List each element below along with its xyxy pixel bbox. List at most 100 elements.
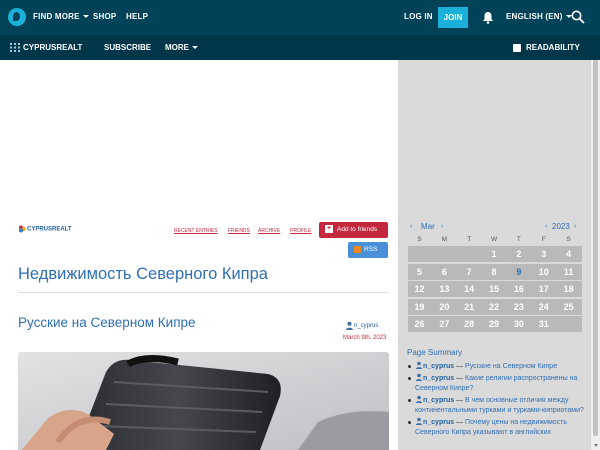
next-month-arrow[interactable]: › bbox=[441, 223, 443, 230]
summary-dash: — bbox=[456, 375, 464, 382]
calendar-day[interactable]: 15 bbox=[483, 284, 506, 294]
chevron-down-icon bbox=[192, 46, 198, 50]
calendar-day[interactable]: 18 bbox=[557, 284, 580, 294]
calendar-month[interactable]: Mar bbox=[421, 222, 435, 231]
summary-author-name: n_cyprus bbox=[423, 375, 455, 382]
calendar-day[interactable]: 10 bbox=[532, 267, 555, 277]
calendar-day[interactable]: 22 bbox=[483, 302, 506, 312]
prev-year-arrow[interactable]: ‹ bbox=[545, 223, 547, 230]
summary-dash: — bbox=[456, 363, 464, 370]
summary-author-name: n_cyprus bbox=[423, 363, 455, 370]
next-year-arrow[interactable]: › bbox=[574, 223, 576, 230]
more-menu[interactable]: MORE bbox=[165, 43, 198, 52]
add-to-friends-label: Add to friends bbox=[337, 226, 378, 233]
calendar-day[interactable]: 7 bbox=[458, 267, 481, 277]
livejournal-logo-icon[interactable] bbox=[8, 8, 26, 26]
calendar-day[interactable]: 12 bbox=[408, 284, 431, 294]
calendar-weekday: T bbox=[467, 236, 472, 243]
summary-link[interactable]: Русские на Северном Кипре bbox=[465, 363, 557, 370]
language-menu[interactable]: ENGLISH (EN) bbox=[506, 12, 572, 21]
language-label: ENGLISH (EN) bbox=[506, 12, 563, 21]
calendar-day[interactable]: 3 bbox=[532, 249, 555, 259]
journal-user-head[interactable]: CYPRUSREALT bbox=[18, 225, 72, 233]
calendar-day[interactable]: 8 bbox=[483, 267, 506, 277]
rss-label: RSS bbox=[364, 246, 378, 253]
calendar-year[interactable]: 2023 bbox=[552, 222, 570, 231]
page: FIND MORE SHOP HELP LOG IN JOIN ENGLISH … bbox=[0, 0, 600, 450]
calendar-day[interactable]: 20 bbox=[433, 302, 456, 312]
calendar-day[interactable]: 21 bbox=[458, 302, 481, 312]
join-button[interactable]: JOIN bbox=[438, 7, 468, 28]
summary-author[interactable]: n_cyprus bbox=[415, 361, 455, 370]
add-to-friends-button[interactable]: + Add to friends bbox=[319, 222, 388, 238]
rss-icon bbox=[354, 245, 361, 253]
calendar-day[interactable]: 5 bbox=[408, 267, 431, 277]
calendar-day[interactable]: 9 bbox=[507, 267, 530, 277]
calendar-day[interactable]: 17 bbox=[532, 284, 555, 294]
plus-icon: + bbox=[325, 225, 333, 234]
summary-author[interactable]: n_cyprus bbox=[415, 395, 455, 404]
readability-checkbox[interactable] bbox=[513, 44, 521, 52]
subscribe-link[interactable]: SUBSCRIBE bbox=[104, 43, 151, 52]
post-image[interactable] bbox=[18, 352, 389, 450]
summary-author[interactable]: n_cyprus bbox=[415, 417, 455, 426]
calendar-day[interactable]: 29 bbox=[483, 319, 506, 329]
calendar-day[interactable]: 2 bbox=[507, 249, 530, 259]
list-item: n_cyprus — В чем основные отличия между … bbox=[407, 395, 587, 416]
summary-dash: — bbox=[456, 419, 464, 426]
friends-link[interactable]: FRIENDS bbox=[228, 228, 250, 234]
post-author-name: n_cyprus bbox=[354, 323, 379, 330]
summary-author[interactable]: n_cyprus bbox=[415, 373, 455, 382]
shop-link[interactable]: SHOP bbox=[93, 12, 116, 21]
calendar-weekday: T bbox=[516, 236, 521, 243]
rss-button[interactable]: RSS bbox=[348, 242, 388, 258]
calendar-day[interactable]: 19 bbox=[408, 302, 431, 312]
prev-month-arrow[interactable]: ‹ bbox=[410, 223, 412, 230]
journal-title[interactable]: Недвижимость Северного Кипра bbox=[18, 265, 268, 284]
chevron-down-icon bbox=[82, 15, 89, 19]
summary-author-name: n_cyprus bbox=[423, 419, 455, 426]
journal-name-link[interactable]: CYPRUSREALT bbox=[23, 43, 82, 52]
calendar-day[interactable]: 16 bbox=[507, 284, 530, 294]
calendar-day[interactable]: 23 bbox=[507, 302, 530, 312]
calendar-day[interactable]: 6 bbox=[433, 267, 456, 277]
calendar-day[interactable]: 13 bbox=[433, 284, 456, 294]
user-icon bbox=[416, 417, 422, 425]
post-author[interactable]: n_cyprus bbox=[345, 321, 378, 330]
calendar-weekday: S bbox=[417, 236, 422, 243]
help-link[interactable]: HELP bbox=[126, 12, 148, 21]
calendar-day[interactable]: 26 bbox=[408, 319, 431, 329]
scroll-down-arrow-icon[interactable] bbox=[594, 444, 598, 447]
suitcase-photo-image bbox=[18, 352, 389, 450]
calendar-day[interactable]: 28 bbox=[458, 319, 481, 329]
search-icon[interactable] bbox=[571, 10, 585, 24]
calendar-day[interactable]: 25 bbox=[557, 302, 580, 312]
vertical-scrollbar[interactable] bbox=[590, 60, 600, 450]
bell-icon[interactable] bbox=[482, 11, 494, 24]
find-more-menu[interactable]: FIND MORE bbox=[33, 12, 89, 21]
more-label: MORE bbox=[165, 43, 189, 52]
recent-entries-link[interactable]: RECENT ENTRIES bbox=[174, 228, 218, 234]
calendar-weekday: F bbox=[541, 236, 546, 243]
summary-author-name: n_cyprus bbox=[423, 397, 455, 404]
calendar-day[interactable]: 11 bbox=[557, 267, 580, 277]
scrollbar-thumb[interactable] bbox=[593, 60, 598, 436]
page-summary-list: n_cyprus — Русские на Северном Кипре n_c… bbox=[407, 361, 587, 439]
login-link[interactable]: LOG IN bbox=[404, 12, 433, 21]
top-bar: FIND MORE SHOP HELP LOG IN JOIN ENGLISH … bbox=[0, 0, 600, 35]
calendar-day[interactable]: 14 bbox=[458, 284, 481, 294]
calendar-day[interactable]: 31 bbox=[532, 319, 555, 329]
calendar-day[interactable]: 30 bbox=[507, 319, 530, 329]
calendar-day[interactable]: 4 bbox=[557, 249, 580, 259]
user-icon bbox=[19, 225, 26, 233]
profile-link[interactable]: PROFILE bbox=[290, 228, 311, 234]
calendar-weekday: M bbox=[441, 236, 448, 243]
calendar-day[interactable]: 1 bbox=[483, 249, 506, 259]
journal-bar: CYPRUSREALT SUBSCRIBE MORE READABILITY bbox=[0, 35, 600, 60]
archive-link[interactable]: ARCHIVE bbox=[258, 228, 280, 234]
calendar-weekday: S bbox=[566, 236, 571, 243]
post-title[interactable]: Русские на Северном Кипре bbox=[18, 315, 196, 330]
calendar-day[interactable]: 24 bbox=[532, 302, 555, 312]
calendar-day[interactable]: 27 bbox=[433, 319, 456, 329]
journal-username: CYPRUSREALT bbox=[27, 226, 72, 233]
